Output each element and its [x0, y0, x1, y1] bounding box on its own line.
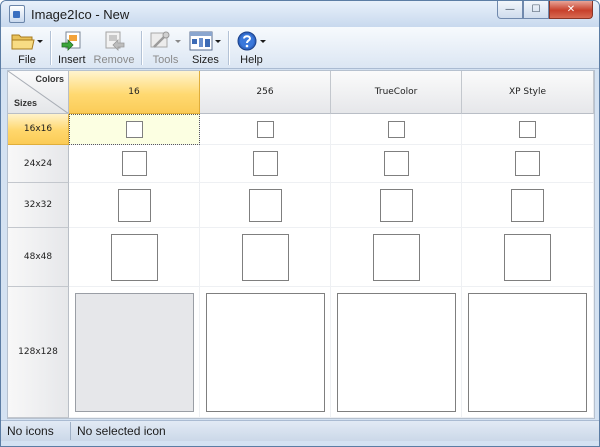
sizes-icon — [189, 31, 213, 51]
app-icon — [9, 5, 25, 23]
insert-button-label: Insert — [58, 54, 86, 66]
icon-slot — [468, 292, 587, 412]
icon-slot — [117, 188, 151, 222]
sizes-button-label: Sizes — [192, 54, 219, 66]
maximize-button[interactable]: ☐ — [523, 1, 549, 19]
icon-cell-16-16x16[interactable] — [69, 114, 200, 145]
icon-grid: Colors Sizes 16 256 TrueColor XP Style 1… — [7, 70, 595, 419]
icon-cell-16-32x32[interactable] — [69, 183, 200, 228]
colors-axis-label: Colors — [35, 74, 64, 84]
column-header-truecolor[interactable]: TrueColor — [331, 71, 462, 114]
sizes-dropdown-arrow-icon — [215, 39, 222, 43]
row-header-16x16[interactable]: 16x16 — [8, 114, 69, 145]
column-header-256[interactable]: 256 — [200, 71, 331, 114]
icon-cell-256-128x128[interactable] — [200, 287, 331, 418]
icon-slot — [121, 151, 147, 176]
icon-slot — [336, 292, 456, 412]
icon-cell-truecolor-24x24[interactable] — [331, 145, 462, 183]
icon-slot — [241, 233, 289, 281]
icon-slot — [511, 188, 544, 222]
row-header-24x24[interactable]: 24x24 — [8, 145, 69, 183]
icon-cell-16-24x24[interactable] — [69, 145, 200, 183]
toolbar-separator — [50, 31, 51, 65]
icon-slot — [248, 188, 282, 222]
file-button-label: File — [18, 54, 36, 66]
icon-cell-256-24x24[interactable] — [200, 145, 331, 183]
icon-slot — [74, 292, 194, 412]
icon-cell-xpstyle-24x24[interactable] — [462, 145, 594, 183]
icon-slot — [383, 151, 409, 176]
icon-cell-16-48x48[interactable] — [69, 228, 200, 287]
selection-status: No selected icon — [77, 424, 166, 438]
help-icon — [237, 31, 257, 51]
window-title: Image2Ico - New — [31, 6, 130, 22]
icon-cell-xpstyle-128x128[interactable] — [462, 287, 594, 418]
icon-cell-256-16x16[interactable] — [200, 114, 331, 145]
icon-slot — [372, 233, 420, 281]
remove-button-label: Remove — [93, 54, 135, 66]
icon-cell-truecolor-48x48[interactable] — [331, 228, 462, 287]
tools-icon — [150, 31, 170, 48]
insert-icon — [61, 31, 81, 51]
tools-dropdown-arrow-icon — [175, 39, 182, 43]
grid-corner-header: Colors Sizes — [8, 71, 69, 114]
icon-cell-256-32x32[interactable] — [200, 183, 331, 228]
icon-cell-truecolor-128x128[interactable] — [331, 287, 462, 418]
title-bar: Image2Ico - New — ☐ ✕ — [1, 1, 599, 27]
icon-slot — [252, 151, 278, 176]
sizes-axis-label: Sizes — [14, 98, 38, 108]
status-bar: No icons No selected icon — [1, 420, 599, 441]
icon-cell-truecolor-32x32[interactable] — [331, 183, 462, 228]
help-dropdown-arrow-icon — [260, 39, 267, 43]
row-header-128x128[interactable]: 128x128 — [8, 287, 69, 418]
minimize-button[interactable]: — — [497, 1, 523, 19]
icon-cell-16-128x128[interactable] — [69, 287, 200, 418]
icon-slot — [515, 151, 540, 176]
help-button-label: Help — [240, 54, 263, 66]
icon-cell-xpstyle-48x48[interactable] — [462, 228, 594, 287]
help-button[interactable]: Help — [232, 27, 270, 67]
toolbar-separator — [228, 31, 230, 65]
icon-count-status: No icons — [1, 422, 71, 440]
row-header-48x48[interactable]: 48x48 — [8, 228, 69, 287]
insert-button[interactable]: Insert — [54, 27, 90, 67]
icon-slot — [256, 120, 274, 138]
row-header-32x32[interactable]: 32x32 — [8, 183, 69, 228]
icon-slot — [387, 120, 405, 138]
window-bottom-frame — [1, 441, 599, 446]
file-dropdown-arrow-icon — [37, 39, 43, 43]
icon-slot — [205, 292, 325, 412]
folder-icon — [11, 34, 35, 50]
icon-slot — [125, 120, 143, 138]
file-button[interactable]: File — [7, 27, 47, 67]
icon-cell-xpstyle-32x32[interactable] — [462, 183, 594, 228]
icon-slot — [379, 188, 413, 222]
toolbar-separator — [141, 31, 143, 65]
icon-cell-256-48x48[interactable] — [200, 228, 331, 287]
column-header-16[interactable]: 16 — [69, 71, 200, 114]
tools-button[interactable]: Tools — [145, 27, 185, 67]
icon-slot — [519, 120, 536, 138]
sizes-button[interactable]: Sizes — [185, 27, 225, 67]
column-header-xp-style[interactable]: XP Style — [462, 71, 594, 114]
toolbar: File Insert Remove Tools Sizes Help — [1, 27, 599, 69]
app-window: Image2Ico - New — ☐ ✕ File Insert Remove… — [0, 0, 600, 447]
close-button[interactable]: ✕ — [549, 1, 593, 19]
tools-button-label: Tools — [152, 54, 179, 66]
icon-cell-truecolor-16x16[interactable] — [331, 114, 462, 145]
window-controls: — ☐ ✕ — [497, 1, 593, 19]
remove-button[interactable]: Remove — [90, 27, 139, 67]
icon-slot — [110, 233, 158, 281]
icon-slot — [504, 233, 551, 281]
icon-cell-xpstyle-16x16[interactable] — [462, 114, 594, 145]
remove-icon — [105, 31, 125, 51]
